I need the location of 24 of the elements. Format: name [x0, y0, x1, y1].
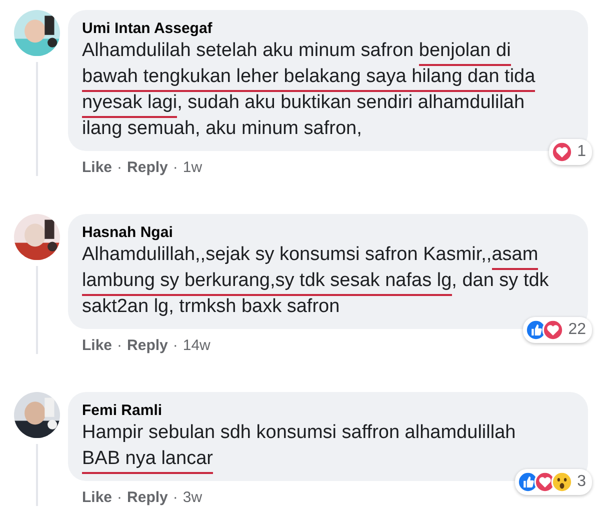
- separator: ·: [117, 337, 122, 354]
- timestamp[interactable]: 14w: [182, 337, 210, 354]
- action-link[interactable]: Like: [82, 159, 112, 176]
- reaction-badge[interactable]: 1: [549, 139, 592, 165]
- comment-text: Alhamdulilah setelah aku minum safron benjolan di bawah tengkukan leher belakang saya hilang dan tida nyesak lagi, sudah aku buktikan sendiri alhamdulilah ilang semuah, aku minum safron,: [82, 41, 536, 141]
- author-name[interactable]: Femi Ramli: [82, 402, 162, 419]
- separator: ·: [172, 337, 178, 354]
- surprised-emoji-icon: [551, 471, 574, 493]
- separator: ·: [117, 489, 122, 506]
- action-link[interactable]: Like: [82, 489, 112, 506]
- reaction-badge[interactable]: 3: [515, 469, 592, 495]
- action-link[interactable]: Reply: [127, 159, 168, 176]
- author-name[interactable]: Hasnah Ngai: [82, 224, 173, 241]
- action-link[interactable]: Like: [82, 337, 112, 354]
- separator: ·: [172, 489, 178, 506]
- action-link[interactable]: Reply: [127, 337, 168, 354]
- reaction-badge[interactable]: 22: [523, 317, 592, 343]
- timestamp[interactable]: 3w: [182, 489, 202, 506]
- comment-text: Alhamdulillah,,sejak sy konsumsi safron Kasmir,,asam lambung sy berkurang,sy tdk sesak nafas lg, dan sy tdk sakt2an lg, trmksh baxk safron: [82, 245, 550, 319]
- timestamp[interactable]: 1w: [182, 159, 202, 176]
- separator: ·: [172, 159, 178, 176]
- action-link[interactable]: Reply: [127, 489, 168, 506]
- separator: ·: [117, 159, 122, 176]
- author-name[interactable]: Umi Intan Assegaf: [82, 20, 212, 37]
